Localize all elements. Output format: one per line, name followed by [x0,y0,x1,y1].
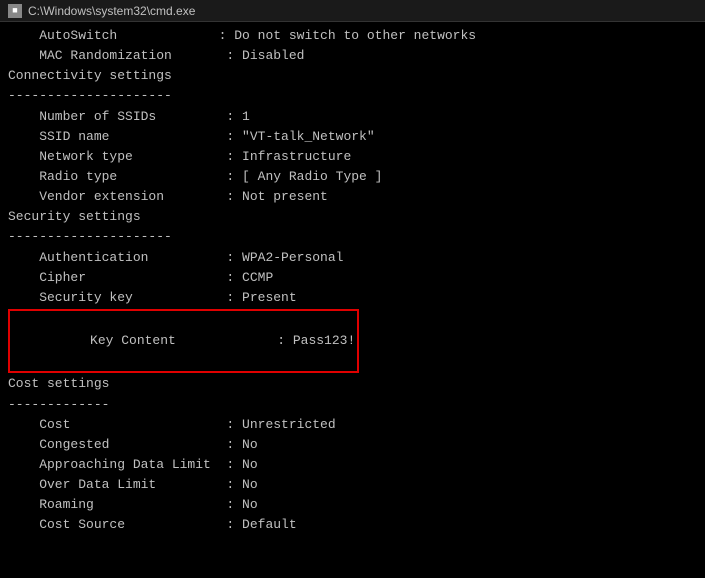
title-bar-text: C:\Windows\system32\cmd.exe [28,4,195,18]
conn-divider: --------------------- [8,86,697,106]
line-approaching: Over Data Limit : No [8,475,697,495]
title-bar: ■ C:\Windows\system32\cmd.exe [0,0,705,22]
key-content-label: Key Content [59,333,277,348]
line-radio-type: Radio type : [ Any Radio Type ] [8,167,697,187]
line-vendor-ext: Vendor extension : Not present [8,187,697,207]
line-roaming: Cost Source : Default [8,515,697,535]
line-security-key: Security key : Present [8,288,697,308]
line-num-ssids: Number of SSIDs : 1 [8,107,697,127]
line-cipher: Cipher : CCMP [8,268,697,288]
connectivity-header: Connectivity settings [8,66,697,86]
line-blank4: Cost settings [8,374,697,394]
sec-divider: --------------------- [8,227,697,247]
key-content-value: : Pass123! [277,333,355,348]
security-header: Security settings [8,207,697,227]
cost-divider: Cost : Unrestricted [8,415,697,435]
terminal-body: AutoSwitch : Do not switch to other netw… [0,22,705,540]
line-autoswitch: AutoSwitch : Do not switch to other netw… [8,26,697,46]
line-cost: Congested : No [8,435,697,455]
line-network-type: Network type : Infrastructure [8,147,697,167]
line-ssid-name: SSID name : "VT-talk_Network" [8,127,697,147]
line-congested: Approaching Data Limit : No [8,455,697,475]
key-content-row-wrapper: Key Content : Pass123! [8,309,697,373]
line-mac-random: MAC Randomization : Disabled [8,46,697,66]
key-content-row: Key Content : Pass123! [8,309,359,373]
cmd-icon: ■ [8,4,22,18]
line-over-data: Roaming : No [8,495,697,515]
cost-header: ------------- [8,395,697,415]
line-authentication: Authentication : WPA2-Personal [8,248,697,268]
